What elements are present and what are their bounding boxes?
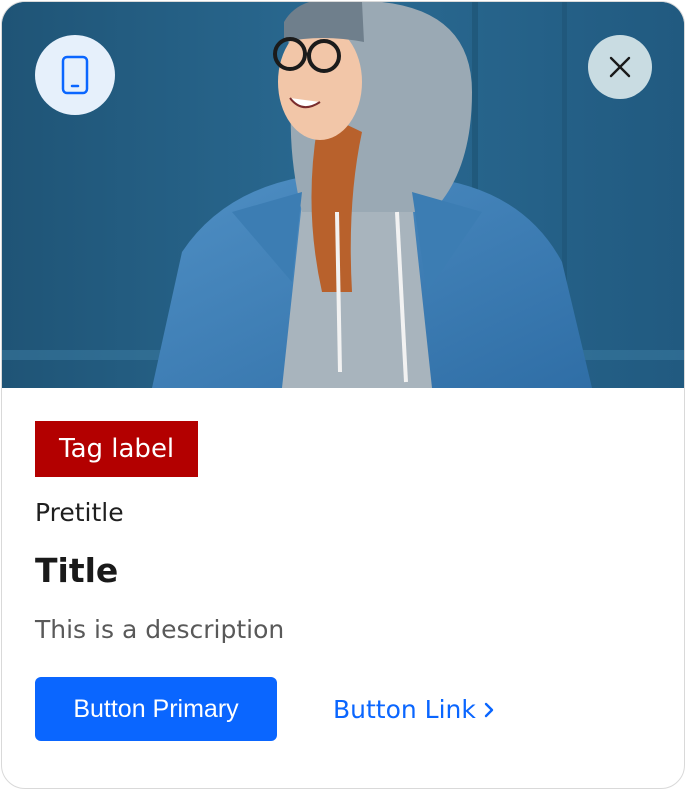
close-icon <box>609 56 631 78</box>
card-title: Title <box>35 551 119 590</box>
link-button-label: Button Link <box>333 694 476 724</box>
card-content: Tag label Pretitle Title This is a descr… <box>35 421 655 647</box>
hero-image <box>2 2 684 388</box>
chevron-right-icon <box>484 695 494 724</box>
card-description: This is a description <box>35 615 285 644</box>
card-actions: Button Primary Button Link <box>35 677 494 741</box>
primary-button[interactable]: Button Primary <box>35 677 277 741</box>
device-badge <box>35 35 115 115</box>
smartphone-icon <box>61 55 89 95</box>
pretitle: Pretitle <box>35 498 124 527</box>
tag-label: Tag label <box>35 421 199 477</box>
promo-card: Tag label Pretitle Title This is a descr… <box>1 1 685 789</box>
close-button[interactable] <box>588 35 652 99</box>
link-button[interactable]: Button Link <box>333 695 494 724</box>
